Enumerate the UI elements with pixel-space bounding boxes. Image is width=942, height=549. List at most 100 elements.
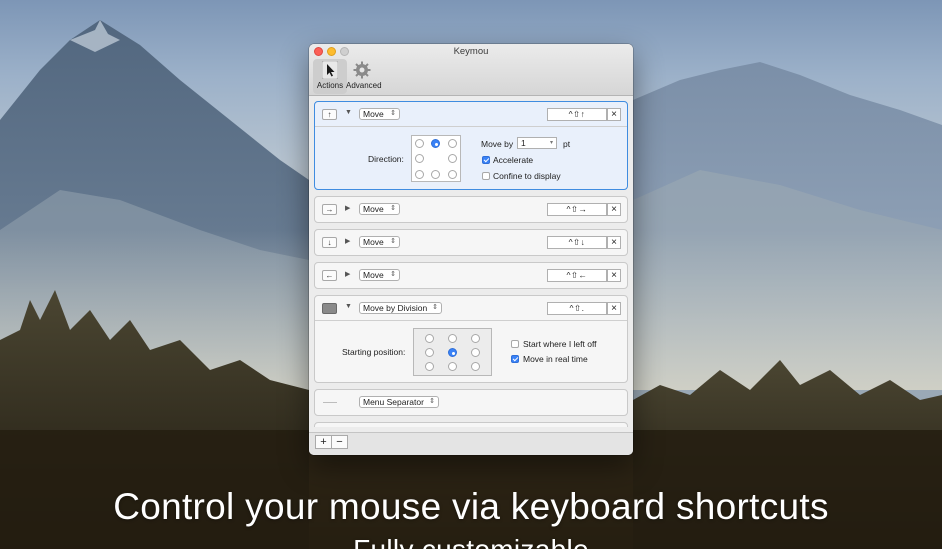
clear-shortcut-button[interactable]: × — [607, 203, 621, 216]
direction-radio-se[interactable] — [448, 170, 457, 179]
action-row-move-by-division[interactable]: ▼ Move by Division ⇕ ^⇧. × Starting posi… — [314, 295, 628, 383]
popup-arrows-icon: ⇕ — [390, 205, 396, 212]
start-radio-n[interactable] — [448, 334, 457, 343]
popup-arrows-icon: ⇕ — [390, 271, 396, 278]
actions-list: ↑ ▼ Move ⇕ ^⇧↑ × Direction: Move by 1 ▾ … — [314, 101, 628, 427]
action-row-header: Menu Separator ⇕ — [315, 390, 627, 414]
clear-shortcut-button[interactable]: × — [607, 236, 621, 249]
popup-arrows-icon: ⇕ — [429, 398, 435, 405]
action-type-popup[interactable]: Move by Division ⇕ — [359, 302, 442, 314]
action-row-partial[interactable] — [314, 422, 628, 427]
shortcut-field[interactable]: ^⇧. — [547, 302, 607, 315]
disclosure-expanded-icon[interactable]: ▼ — [345, 303, 352, 310]
direction-label: Direction: — [368, 154, 404, 164]
move-by-unit: pt — [563, 139, 571, 149]
action-type-value: Move — [363, 237, 384, 247]
action-type-popup[interactable]: Move ⇕ — [359, 269, 400, 281]
clear-shortcut-button[interactable]: × — [607, 302, 621, 315]
direction-radio-n[interactable] — [431, 139, 440, 148]
popup-arrows-icon: ⇕ — [390, 238, 396, 245]
keymou-window: Keymou Actions Advanced ↑ ▼ Move ⇕ ^⇧↑ ×… — [309, 44, 633, 455]
action-row-header: ↑ ▼ Move ⇕ ^⇧↑ × — [315, 102, 627, 126]
action-row-header: ↓ ▶ Move ⇕ ^⇧↓ × — [315, 230, 627, 254]
action-type-value: Move by Division — [363, 303, 428, 313]
action-row-header: ← ▶ Move ⇕ ^⇧← × — [315, 263, 627, 287]
move-by-label: Move by — [481, 139, 514, 149]
window-title: Keymou — [453, 46, 489, 57]
start-where-left-label: Start where I left off — [523, 339, 597, 349]
direction-radio-e[interactable] — [448, 154, 457, 163]
arrow-right-icon[interactable]: → — [322, 204, 337, 215]
shortcut-field[interactable]: ^⇧↓ — [547, 236, 607, 249]
move-real-time-checkbox[interactable] — [511, 355, 519, 363]
action-type-popup[interactable]: Menu Separator ⇕ — [359, 396, 439, 408]
clear-shortcut-button[interactable]: × — [607, 108, 621, 121]
arrow-down-icon[interactable]: ↓ — [322, 237, 337, 248]
direction-radio-sw[interactable] — [415, 170, 424, 179]
action-row-menu-separator[interactable]: Menu Separator ⇕ — [314, 389, 628, 416]
action-details: Direction: Move by 1 ▾ pt Accelerate Con… — [315, 126, 627, 190]
arrow-left-icon[interactable]: ← — [322, 270, 337, 281]
action-row-move-up[interactable]: ↑ ▼ Move ⇕ ^⇧↑ × Direction: Move by 1 ▾ … — [314, 101, 628, 190]
disclosure-collapsed-icon[interactable]: ▶ — [345, 237, 350, 245]
direction-radio-nw[interactable] — [415, 139, 424, 148]
shortcut-field[interactable]: ^⇧← — [547, 269, 607, 282]
starting-position-grid — [413, 328, 492, 376]
accelerate-checkbox[interactable] — [482, 156, 490, 164]
popup-arrows-icon: ⇕ — [390, 110, 396, 117]
action-row-header: → ▶ Move ⇕ ^⇧→ × — [315, 197, 627, 221]
start-radio-s[interactable] — [448, 362, 457, 371]
action-details: Starting position: Start where I left of… — [315, 320, 627, 382]
action-row-move-right[interactable]: → ▶ Move ⇕ ^⇧→ × — [314, 196, 628, 223]
action-row-move-down[interactable]: ↓ ▶ Move ⇕ ^⇧↓ × — [314, 229, 628, 256]
start-radio-e[interactable] — [471, 348, 480, 357]
clear-shortcut-button[interactable]: × — [607, 269, 621, 282]
direction-radio-s[interactable] — [431, 170, 440, 179]
toolbar-actions-label: Actions — [316, 81, 344, 90]
move-by-input[interactable]: 1 ▾ — [517, 137, 557, 149]
shortcut-field[interactable]: ^⇧↑ — [547, 108, 607, 121]
shortcut-field[interactable]: ^⇧→ — [547, 203, 607, 216]
gear-icon — [353, 61, 371, 79]
start-radio-ne[interactable] — [471, 334, 480, 343]
headline-text: Control your mouse via keyboard shortcut… — [113, 486, 829, 527]
confine-checkbox[interactable] — [482, 172, 490, 180]
action-type-value: Move — [363, 270, 384, 280]
action-row-move-left[interactable]: ← ▶ Move ⇕ ^⇧← × — [314, 262, 628, 289]
start-radio-nw[interactable] — [425, 334, 434, 343]
toolbar-advanced-label: Advanced — [346, 81, 382, 90]
move-by-value: 1 — [521, 138, 526, 148]
start-radio-w[interactable] — [425, 348, 434, 357]
start-radio-center[interactable] — [448, 348, 457, 357]
title-bar: Keymou Actions Advanced — [309, 44, 633, 96]
toolbar-advanced-tab[interactable]: Advanced — [346, 59, 382, 94]
remove-action-button[interactable]: − — [331, 435, 348, 449]
direction-radio-w[interactable] — [415, 154, 424, 163]
arrow-up-icon[interactable]: ↑ — [322, 109, 337, 120]
separator-line-icon — [323, 402, 337, 403]
screen-division-icon[interactable] — [322, 303, 337, 314]
disclosure-collapsed-icon[interactable]: ▶ — [345, 204, 350, 212]
direction-grid — [411, 135, 461, 182]
start-where-left-checkbox[interactable] — [511, 340, 519, 348]
start-radio-se[interactable] — [471, 362, 480, 371]
confine-label: Confine to display — [493, 171, 561, 181]
chevron-down-icon: ▾ — [549, 140, 553, 146]
disclosure-collapsed-icon[interactable]: ▶ — [345, 270, 350, 278]
cursor-arrow-icon — [322, 61, 338, 79]
add-action-button[interactable]: + — [315, 435, 332, 449]
move-real-time-label: Move in real time — [523, 354, 588, 364]
toolbar-actions-tab[interactable]: Actions — [313, 59, 347, 94]
subheadline-text: Fully customizable — [0, 534, 942, 549]
action-row-header: ▼ Move by Division ⇕ ^⇧. × — [315, 296, 627, 320]
disclosure-expanded-icon[interactable]: ▼ — [345, 109, 352, 116]
direction-radio-ne[interactable] — [448, 139, 457, 148]
action-type-popup[interactable]: Move ⇕ — [359, 108, 400, 120]
accelerate-label: Accelerate — [493, 155, 534, 165]
start-radio-sw[interactable] — [425, 362, 434, 371]
action-type-popup[interactable]: Move ⇕ — [359, 203, 400, 215]
action-type-value: Move — [363, 109, 384, 119]
action-type-popup[interactable]: Move ⇕ — [359, 236, 400, 248]
action-type-value: Menu Separator — [363, 397, 424, 407]
action-type-value: Move — [363, 204, 384, 214]
